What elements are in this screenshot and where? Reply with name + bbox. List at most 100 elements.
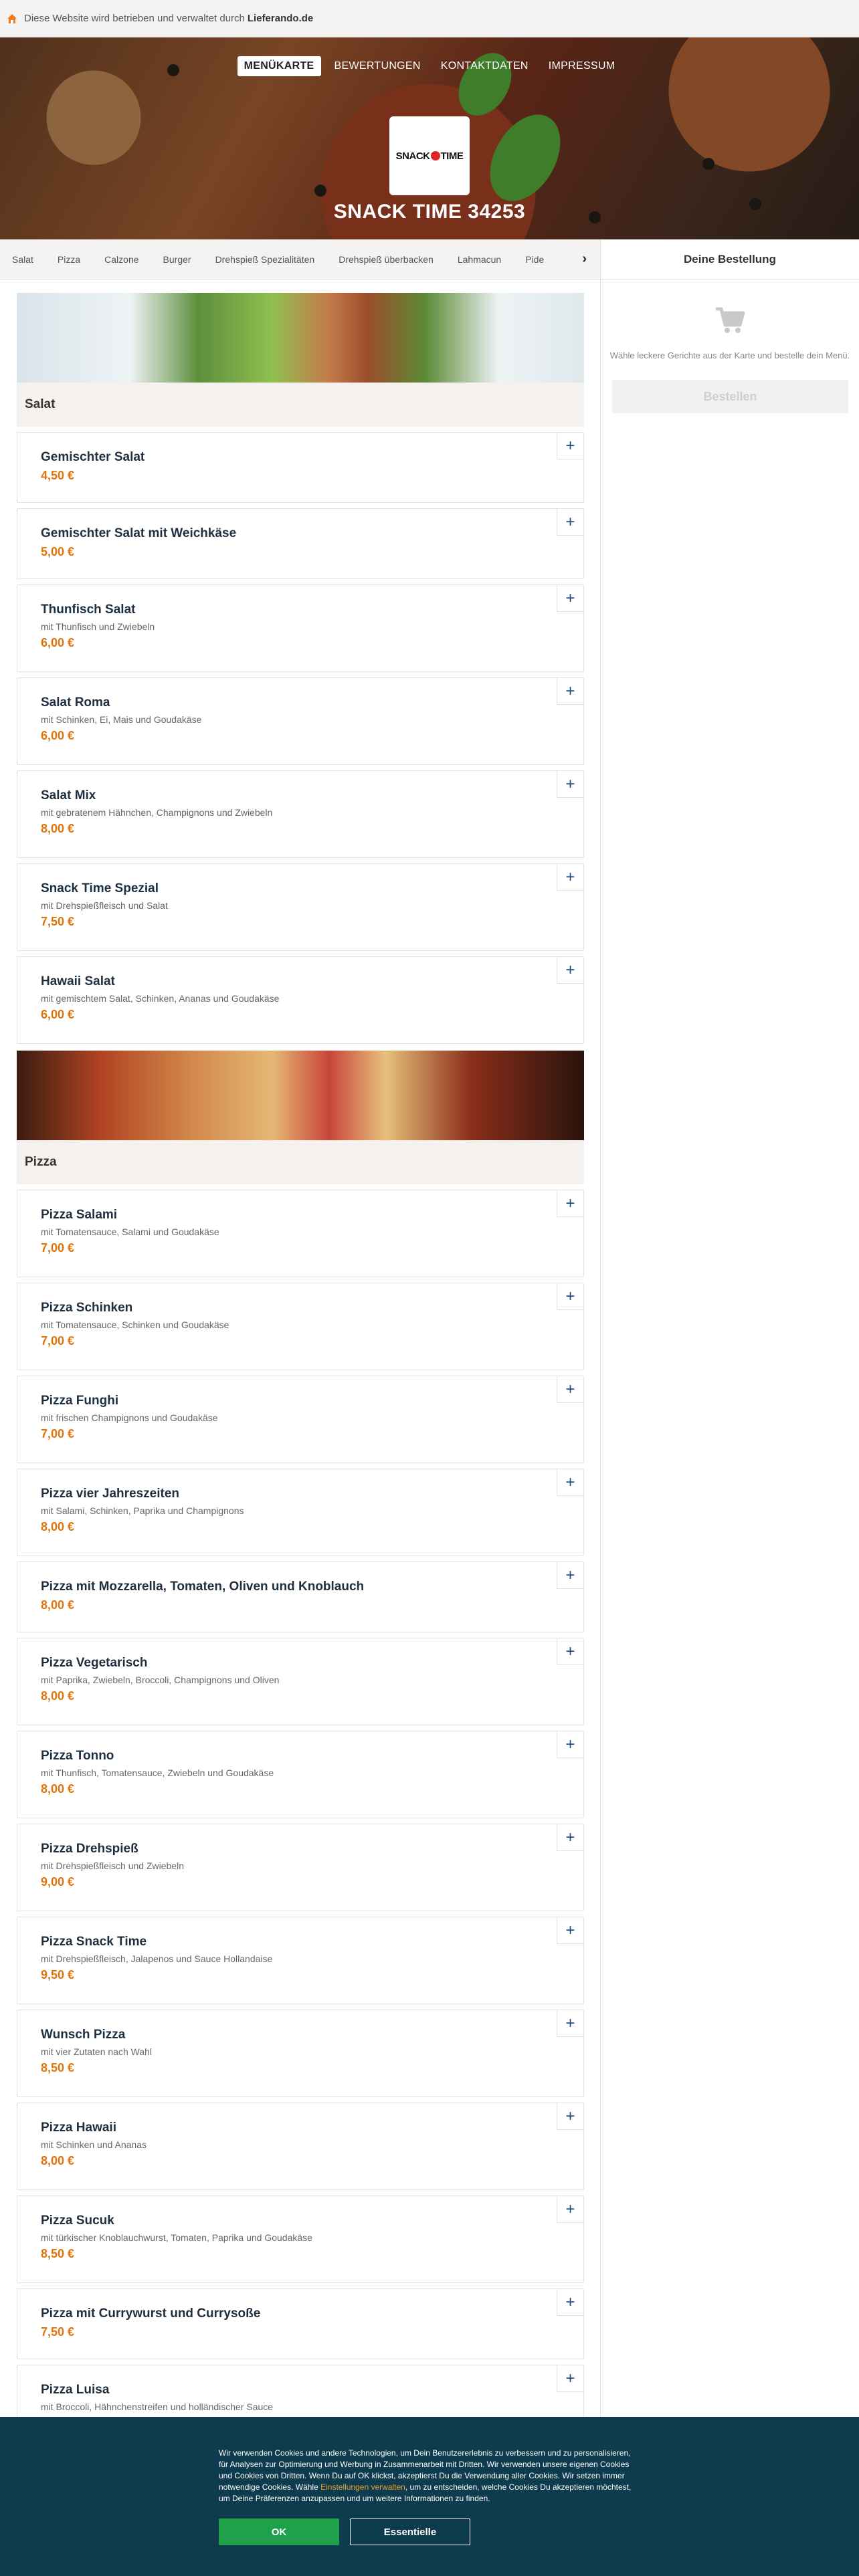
menu-item[interactable]: Pizza Sucuk mit türkischer Knoblauchwurst…: [17, 2195, 584, 2283]
add-item-plus-icon[interactable]: +: [557, 2196, 583, 2223]
manage-settings-link[interactable]: Einstellungen verwalten: [320, 2482, 405, 2492]
add-item-plus-icon[interactable]: +: [557, 771, 583, 798]
chevron-right-icon[interactable]: ›: [582, 251, 587, 267]
menu-item[interactable]: Snack Time Spezial mit Drehspießfleisch u…: [17, 863, 584, 951]
item-name: Gemischter Salat: [41, 450, 145, 464]
add-item-plus-icon[interactable]: +: [557, 1190, 583, 1217]
category-banner-image: [17, 1051, 584, 1140]
add-item-plus-icon[interactable]: +: [557, 864, 583, 891]
nav-contact[interactable]: KONTAKTDATEN: [434, 56, 535, 76]
add-item-plus-icon[interactable]: +: [557, 2010, 583, 2037]
cookie-banner: Wir verwenden Cookies und andere Technol…: [0, 2417, 859, 2576]
item-description: mit Drehspießfleisch und Zwiebeln: [41, 1860, 184, 1871]
menu-item[interactable]: Gemischter Salat mit Weichkäse 5,00 € +: [17, 508, 584, 579]
shop-name: SNACK TIME 34253: [333, 201, 526, 223]
category-tab[interactable]: Pizza: [45, 254, 92, 265]
menu-item[interactable]: Pizza Funghi mit frischen Champignons und…: [17, 1376, 584, 1463]
menu-item[interactable]: Gemischter Salat 4,50 € +: [17, 432, 584, 503]
item-description: mit Schinken, Ei, Mais und Goudakäse: [41, 714, 202, 725]
category-tab[interactable]: Pide: [513, 254, 556, 265]
category-tab[interactable]: Drehspieß Spezialitäten: [203, 254, 327, 265]
item-name: Salat Mix: [41, 788, 96, 802]
item-price: 7,00 €: [41, 1334, 75, 1348]
menu-item[interactable]: Pizza mit Mozzarella, Tomaten, Oliven un…: [17, 1562, 584, 1632]
add-item-plus-icon[interactable]: +: [557, 1731, 583, 1758]
menu-item[interactable]: Pizza Salami mit Tomatensauce, Salami und…: [17, 1190, 584, 1277]
item-price: 8,50 €: [41, 2247, 75, 2260]
menu-item[interactable]: Pizza Tonno mit Thunfisch, Tomatensauce, …: [17, 1731, 584, 1818]
item-price: 7,00 €: [41, 1427, 75, 1440]
nav-menu[interactable]: MENÜKARTE: [237, 56, 321, 76]
add-item-plus-icon[interactable]: +: [557, 957, 583, 984]
shop-logo: SNACK TIME: [389, 116, 470, 195]
item-description: mit gemischtem Salat, Schinken, Ananas u…: [41, 993, 280, 1004]
menu-item[interactable]: Hawaii Salat mit gemischtem Salat, Schink…: [17, 956, 584, 1044]
add-item-plus-icon[interactable]: +: [557, 2103, 583, 2130]
add-item-plus-icon[interactable]: +: [557, 2289, 583, 2316]
empty-cart-hint: Wähle leckere Gerichte aus der Karte und…: [609, 350, 850, 360]
item-price: 8,00 €: [41, 1689, 75, 1703]
item-description: mit vier Zutaten nach Wahl: [41, 2046, 152, 2057]
item-name: Thunfisch Salat: [41, 603, 136, 617]
nav-imprint[interactable]: IMPRESSUM: [542, 56, 622, 76]
add-item-plus-icon[interactable]: +: [557, 1376, 583, 1403]
item-name: Pizza Funghi: [41, 1394, 119, 1408]
item-price: 9,00 €: [41, 1875, 75, 1889]
order-button[interactable]: Bestellen: [612, 380, 848, 413]
item-price: 8,00 €: [41, 1782, 75, 1796]
item-name: Pizza mit Mozzarella, Tomaten, Oliven un…: [41, 1580, 365, 1594]
add-item-plus-icon[interactable]: +: [557, 2365, 583, 2392]
item-price: 8,00 €: [41, 1598, 75, 1612]
item-price: 8,00 €: [41, 822, 75, 835]
add-item-plus-icon[interactable]: +: [557, 1824, 583, 1851]
menu-item[interactable]: Pizza Schinken mit Tomatensauce, Schinken…: [17, 1283, 584, 1370]
order-sidebar: Deine Bestellung Wähle leckere Gerichte …: [600, 239, 859, 2576]
category-tab[interactable]: Salat: [0, 254, 45, 265]
category-tab[interactable]: Lahmacun: [446, 254, 513, 265]
operator-brand[interactable]: Lieferando.de: [248, 13, 313, 24]
category-tab[interactable]: Burger: [151, 254, 203, 265]
house-icon: [7, 13, 17, 24]
item-description: mit frischen Champignons und Goudakäse: [41, 1412, 218, 1423]
menu-item[interactable]: Pizza Hawaii mit Schinken und Ananas 8,00 …: [17, 2103, 584, 2190]
nav-reviews[interactable]: BEWERTUNGEN: [328, 56, 427, 76]
cart-icon: [714, 306, 745, 339]
item-description: mit Schinken und Ananas: [41, 2139, 147, 2150]
item-name: Pizza Snack Time: [41, 1935, 147, 1949]
menu-item[interactable]: Pizza Vegetarisch mit Paprika, Zwiebeln, …: [17, 1638, 584, 1725]
category-heading: Salat: [17, 383, 584, 427]
item-price: 6,00 €: [41, 636, 75, 649]
item-name: Gemischter Salat mit Weichkäse: [41, 526, 237, 540]
menu-item[interactable]: Pizza mit Currywurst und Currysoße 7,50 €…: [17, 2288, 584, 2359]
category-tab[interactable]: Calzone: [92, 254, 151, 265]
item-description: mit Tomatensauce, Schinken und Goudakäse: [41, 1319, 229, 1330]
menu-item[interactable]: Pizza Snack Time mit Drehspießfleisch, Ja…: [17, 1917, 584, 2004]
add-item-plus-icon[interactable]: +: [557, 1283, 583, 1310]
add-item-plus-icon[interactable]: +: [557, 1562, 583, 1589]
menu-item[interactable]: Salat Roma mit Schinken, Ei, Mais und Gou…: [17, 677, 584, 765]
menu-item[interactable]: Pizza vier Jahreszeiten mit Salami, Schin…: [17, 1469, 584, 1556]
add-item-plus-icon[interactable]: +: [557, 1469, 583, 1496]
item-description: mit Drehspießfleisch und Salat: [41, 900, 168, 911]
add-item-plus-icon[interactable]: +: [557, 585, 583, 612]
menu-item[interactable]: Salat Mix mit gebratenem Hähnchen, Champi…: [17, 770, 584, 858]
category-nav: Salat Pizza Calzone Burger Drehspieß Spe…: [0, 239, 600, 280]
item-price: 8,50 €: [41, 2061, 75, 2074]
add-item-plus-icon[interactable]: +: [557, 1638, 583, 1665]
add-item-plus-icon[interactable]: +: [557, 433, 583, 459]
item-price: 7,00 €: [41, 1241, 75, 1255]
add-item-plus-icon[interactable]: +: [557, 509, 583, 536]
olive-decoration: [702, 158, 714, 170]
category-tab[interactable]: Drehspieß überbacken: [326, 254, 446, 265]
logo-text-right: TIME: [440, 150, 464, 162]
item-description: mit Thunfisch und Zwiebeln: [41, 621, 155, 632]
order-title: Deine Bestellung: [601, 239, 859, 280]
cookie-essential-button[interactable]: Essentielle: [350, 2518, 470, 2545]
menu-item[interactable]: Pizza Drehspieß mit Drehspießfleisch und …: [17, 1824, 584, 1911]
item-name: Pizza mit Currywurst und Currysoße: [41, 2306, 261, 2321]
menu-item[interactable]: Thunfisch Salat mit Thunfisch und Zwiebel…: [17, 584, 584, 672]
add-item-plus-icon[interactable]: +: [557, 1917, 583, 1944]
add-item-plus-icon[interactable]: +: [557, 678, 583, 705]
menu-item[interactable]: Wunsch Pizza mit vier Zutaten nach Wahl 8,…: [17, 2010, 584, 2097]
cookie-ok-button[interactable]: OK: [219, 2518, 339, 2545]
